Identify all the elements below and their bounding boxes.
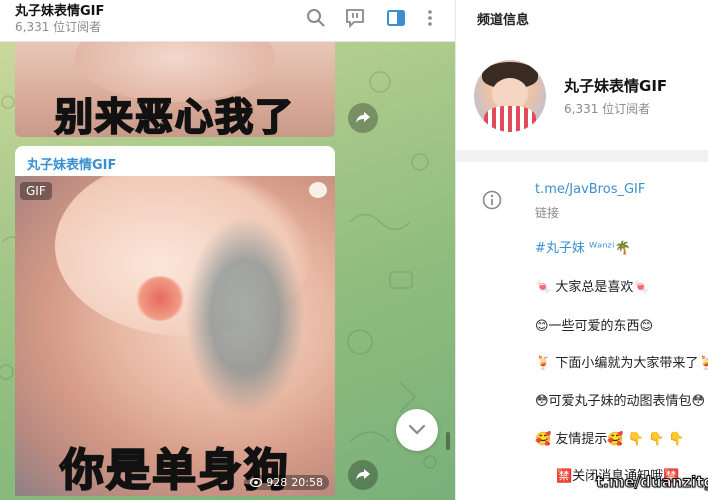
description-line: 😳可爱丸子妹的动图表情包😳 bbox=[535, 394, 706, 409]
gif-media[interactable]: GIF 你是单身狗 928 20:58 bbox=[15, 176, 335, 496]
comments-icon[interactable] bbox=[343, 6, 367, 30]
description-line: 🥰 友情提示🥰 👇 👇 👇 bbox=[535, 432, 685, 447]
chat-subscriber-count: 6,331 位订阅者 bbox=[15, 20, 102, 34]
description-line: 🍬 大家总是喜欢🍬 bbox=[535, 280, 650, 295]
search-icon[interactable] bbox=[304, 6, 328, 30]
section-divider bbox=[456, 150, 708, 162]
eye-icon bbox=[250, 478, 263, 487]
channel-subscriber-count: 6,331 位订阅者 bbox=[564, 102, 651, 116]
chevron-down-icon bbox=[408, 424, 426, 435]
share-button[interactable] bbox=[348, 103, 378, 133]
previous-media[interactable]: 别来恶心我了 bbox=[15, 42, 335, 137]
share-icon bbox=[356, 112, 370, 123]
channel-post[interactable]: 丸子妹表情GIF GIF 你是单身狗 928 20:58 bbox=[15, 146, 335, 496]
chat-header[interactable]: 丸子妹表情GIF 6,331 位订阅者 bbox=[0, 0, 455, 42]
post-time: 20:58 bbox=[291, 476, 323, 489]
gif-badge: GIF bbox=[20, 182, 52, 200]
channel-link-label: 链接 bbox=[535, 206, 560, 220]
description-line: #丸子妹 ᵂᵃⁿᶻⁱ🌴 bbox=[535, 237, 631, 256]
view-count: 928 bbox=[266, 476, 288, 489]
app-window: 丸子妹表情GIF 6,331 位订阅者 别来恶心我了 丸子妹表情GIF GIF … bbox=[0, 0, 708, 500]
post-meta: 928 20:58 bbox=[244, 475, 329, 490]
scroll-down-button[interactable] bbox=[396, 409, 438, 451]
gif-image-shadow bbox=[185, 216, 305, 416]
share-button-2[interactable] bbox=[348, 460, 378, 490]
avatar[interactable] bbox=[474, 60, 546, 132]
info-header: 频道信息 bbox=[477, 13, 530, 28]
chat-pane: 丸子妹表情GIF 6,331 位订阅者 别来恶心我了 丸子妹表情GIF GIF … bbox=[0, 0, 455, 500]
description-line: 😊一些可爱的东西😊 bbox=[535, 319, 654, 334]
gif-image-spot bbox=[135, 276, 185, 321]
more-icon[interactable] bbox=[418, 6, 442, 30]
post-author[interactable]: 丸子妹表情GIF bbox=[27, 154, 116, 173]
avatar-shirt bbox=[484, 106, 536, 132]
hashtag-link[interactable]: #丸子妹 ᵂᵃⁿᶻⁱ🌴 bbox=[535, 241, 631, 256]
channel-info-pane: 频道信息 丸子妹表情GIF 6,331 位订阅者 t.me/JavBros_GI… bbox=[455, 0, 708, 500]
chat-title: 丸子妹表情GIF bbox=[15, 4, 105, 19]
watermark: t.me/duanzitg bbox=[595, 473, 708, 492]
info-icon bbox=[482, 190, 502, 210]
description-line: 🍹 下面小编就为大家带来了🍹 bbox=[535, 356, 708, 371]
sticker-icon bbox=[309, 182, 327, 198]
channel-name: 丸子妹表情GIF bbox=[564, 77, 668, 95]
scrollbar[interactable] bbox=[446, 432, 450, 450]
channel-link[interactable]: t.me/JavBros_GIF bbox=[535, 182, 645, 197]
share-icon bbox=[356, 469, 370, 480]
top-meme-caption: 别来恶心我了 bbox=[54, 94, 295, 137]
sidebar-toggle-icon[interactable] bbox=[384, 6, 408, 30]
